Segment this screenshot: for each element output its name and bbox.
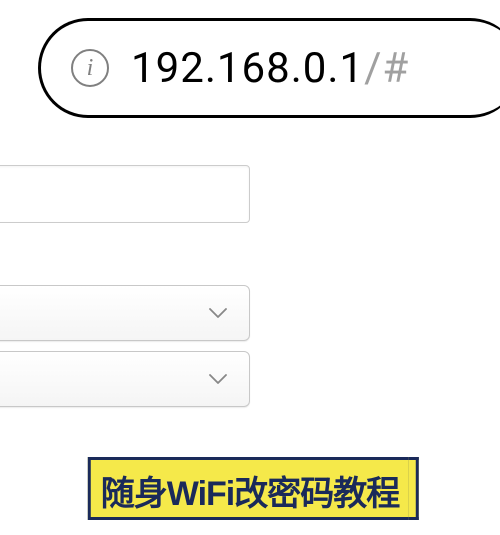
caption-text: 随身WiFi改密码教程 (101, 475, 399, 513)
url-text: 192.168.0.1/# (131, 44, 409, 93)
text-input[interactable] (0, 165, 250, 223)
info-icon-glyph: i (87, 55, 94, 82)
chevron-down-icon (209, 370, 227, 388)
dropdown-group (0, 285, 250, 417)
chevron-down-icon (209, 304, 227, 322)
address-bar[interactable]: i 192.168.0.1/# (38, 18, 500, 118)
form-area (0, 165, 250, 231)
url-host: 192.168.0.1 (131, 44, 364, 93)
caption-banner: 随身WiFi改密码教程 (88, 457, 412, 520)
info-icon[interactable]: i (71, 49, 109, 87)
dropdown-1[interactable] (0, 285, 250, 341)
url-path: /# (364, 44, 409, 93)
dropdown-2[interactable] (0, 351, 250, 407)
